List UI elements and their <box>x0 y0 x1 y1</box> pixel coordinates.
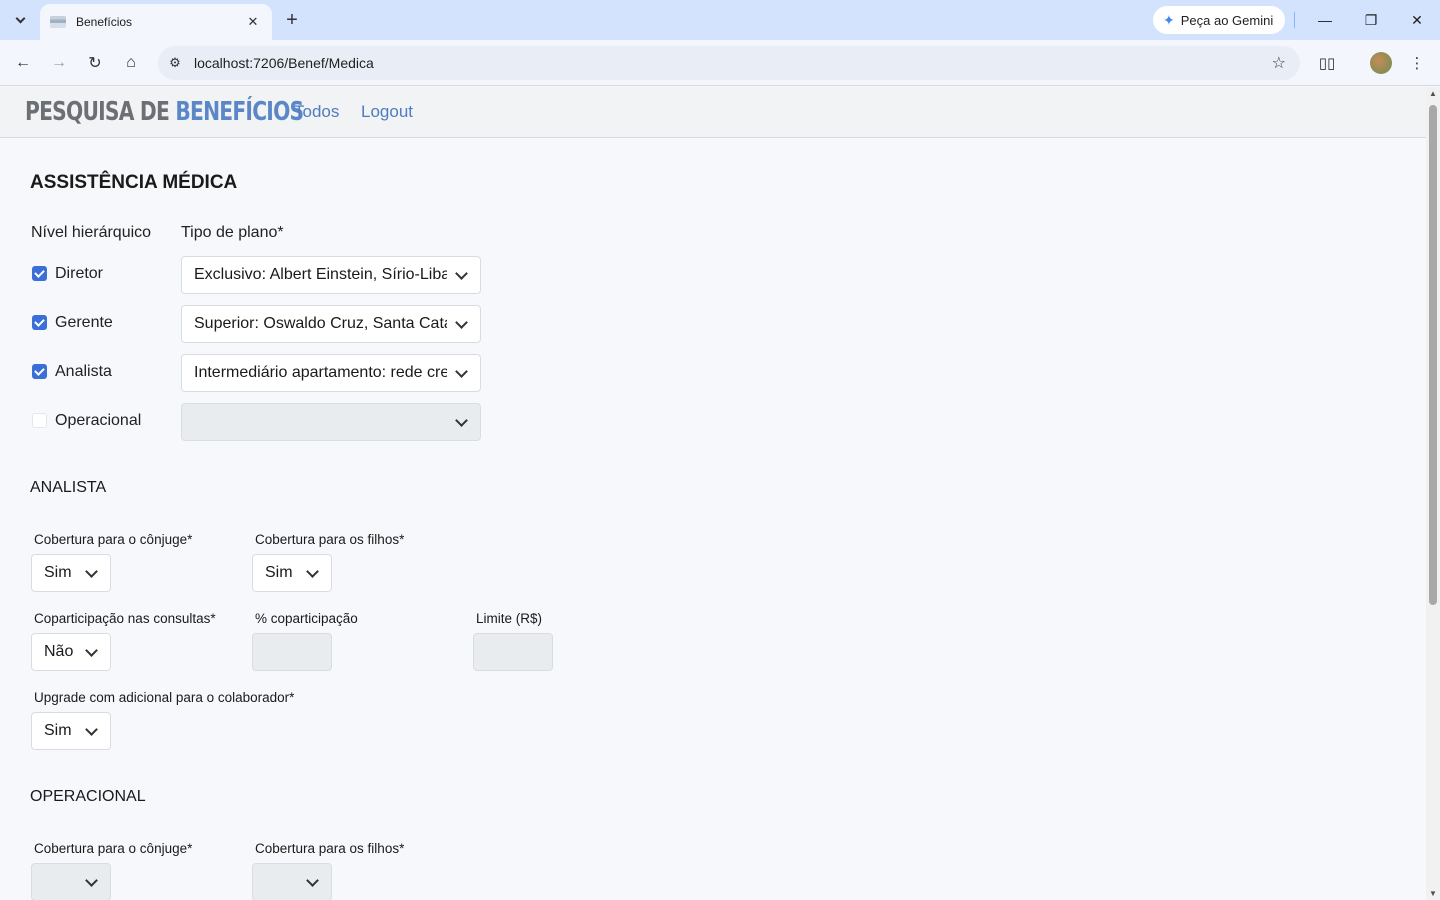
site-info-icon[interactable]: ⚙ <box>166 54 184 72</box>
checkbox-analista[interactable] <box>32 364 47 379</box>
select-plano-diretor-value: Exclusivo: Albert Einstein, Sírio-Libanê… <box>194 266 447 283</box>
gemini-label: Peça ao Gemini <box>1180 12 1274 28</box>
label-upgrade: Upgrade com adicional para o colaborador… <box>34 690 295 705</box>
checkbox-diretor[interactable] <box>32 266 47 281</box>
tab-close-icon[interactable]: ✕ <box>244 14 262 30</box>
restore-icon[interactable]: ❐ <box>1348 0 1394 40</box>
select-filhos-operacional[interactable] <box>252 863 332 900</box>
chevron-down-icon <box>85 873 98 887</box>
reading-mode-icon[interactable]: ▯▯ <box>1314 50 1340 76</box>
select-plano-diretor[interactable]: Exclusivo: Albert Einstein, Sírio-Libanê… <box>181 256 481 294</box>
scroll-down-arrow-icon[interactable]: ▼ <box>1429 889 1437 898</box>
url-text: localhost:7206/Benef/Medica <box>194 55 374 71</box>
checkbox-operacional[interactable] <box>32 413 47 428</box>
chevron-down-icon <box>455 364 468 378</box>
select-plano-gerente[interactable]: Superior: Oswaldo Cruz, Santa Catarina <box>181 305 481 343</box>
label-pct-coparticipacao: % coparticipação <box>255 611 358 626</box>
chevron-down-icon <box>306 873 319 887</box>
label-filhos-analista: Cobertura para os filhos* <box>255 532 405 547</box>
chevron-down-icon <box>85 643 98 657</box>
scroll-up-arrow-icon[interactable]: ▲ <box>1429 89 1437 98</box>
reload-icon[interactable]: ↻ <box>82 50 108 76</box>
label-analista: Analista <box>55 363 112 380</box>
chevron-down-icon <box>306 564 319 578</box>
select-plano-operacional[interactable] <box>181 403 481 441</box>
window-close-icon[interactable]: ✕ <box>1394 0 1440 40</box>
input-limite[interactable] <box>473 633 553 671</box>
select-plano-analista-value: Intermediário apartamento: rede credenci… <box>194 364 447 381</box>
profile-avatar[interactable] <box>1370 52 1392 74</box>
tab-title: Benefícios <box>76 15 133 29</box>
page-title: ASSISTÊNCIA MÉDICA <box>30 172 238 193</box>
page-viewport: PESQUISA DE BENEFÍCIOS Todos Logout ASSI… <box>0 87 1426 900</box>
gemini-button[interactable]: ✦ Peça ao Gemini <box>1153 6 1285 34</box>
label-filhos-operacional: Cobertura para os filhos* <box>255 841 405 856</box>
favicon-icon <box>50 16 66 28</box>
label-conjuge-analista: Cobertura para o cônjuge* <box>34 532 193 547</box>
select-upgrade[interactable]: Sim <box>31 712 111 750</box>
browser-toolbar: ← → ↻ ⌂ ⚙ localhost:7206/Benef/Medica ☆ … <box>0 40 1440 86</box>
forward-arrow-icon[interactable]: → <box>46 50 72 76</box>
chevron-down-icon <box>85 722 98 736</box>
label-operacional: Operacional <box>55 412 142 429</box>
select-filhos-analista[interactable]: Sim <box>252 554 332 592</box>
brand-logo[interactable]: PESQUISA DE BENEFÍCIOS <box>25 97 304 127</box>
page-scrollbar[interactable]: ▲ ▼ <box>1426 87 1440 900</box>
chevron-down-icon <box>85 564 98 578</box>
label-limite: Limite (R$) <box>476 611 543 626</box>
address-bar[interactable]: ⚙ localhost:7206/Benef/Medica ☆ <box>158 46 1300 80</box>
browser-tabstrip: Benefícios ✕ + ✦ Peça ao Gemini — ❐ ✕ <box>0 0 1440 40</box>
back-arrow-icon[interactable]: ← <box>10 50 36 76</box>
app-navbar: PESQUISA DE BENEFÍCIOS Todos Logout <box>0 87 1426 138</box>
select-plano-analista[interactable]: Intermediário apartamento: rede credenci… <box>181 354 481 392</box>
minimize-icon[interactable]: — <box>1302 0 1348 40</box>
select-coparticipacao-value: Não <box>44 643 74 660</box>
label-coparticipacao: Coparticipação nas consultas* <box>34 611 216 626</box>
select-upgrade-value: Sim <box>44 722 72 739</box>
select-plano-gerente-value: Superior: Oswaldo Cruz, Santa Catarina <box>194 315 447 332</box>
checkbox-gerente[interactable] <box>32 315 47 330</box>
select-coparticipacao[interactable]: Não <box>31 633 111 671</box>
select-filhos-analista-value: Sim <box>265 564 293 581</box>
bookmark-star-icon[interactable]: ☆ <box>1272 53 1286 73</box>
chevron-down-icon <box>455 413 468 427</box>
input-pct-coparticipacao[interactable] <box>252 633 332 671</box>
tabstrip-divider <box>1294 12 1295 28</box>
scrollbar-thumb[interactable] <box>1429 105 1437 605</box>
chevron-down-icon <box>455 266 468 280</box>
nivel-hierarquico-header: Nível hierárquico <box>31 224 152 241</box>
select-conjuge-analista-value: Sim <box>44 564 72 581</box>
nav-link-todos[interactable]: Todos <box>294 102 339 122</box>
chevron-down-icon <box>455 315 468 329</box>
brand-text-blue: BENEFÍCIOS <box>175 97 304 127</box>
select-conjuge-operacional[interactable] <box>31 863 111 900</box>
home-icon[interactable]: ⌂ <box>118 50 144 76</box>
tab-search-chevron-icon[interactable] <box>6 6 34 34</box>
section-title-analista: ANALISTA <box>30 479 107 496</box>
brand-text-gray: PESQUISA DE <box>25 97 170 127</box>
nav-link-logout[interactable]: Logout <box>361 102 413 122</box>
select-conjuge-analista[interactable]: Sim <box>31 554 111 592</box>
label-diretor: Diretor <box>55 265 104 282</box>
menu-kebab-icon[interactable]: ⋮ <box>1404 50 1430 76</box>
section-title-operacional: OPERACIONAL <box>30 788 146 805</box>
browser-tab[interactable]: Benefícios ✕ <box>40 4 272 40</box>
label-gerente: Gerente <box>55 314 113 331</box>
new-tab-plus-icon[interactable]: + <box>280 8 304 32</box>
gemini-sparkle-icon: ✦ <box>1163 11 1175 28</box>
label-conjuge-operacional: Cobertura para o cônjuge* <box>34 841 193 856</box>
tipo-plano-header: Tipo de plano* <box>181 224 284 241</box>
